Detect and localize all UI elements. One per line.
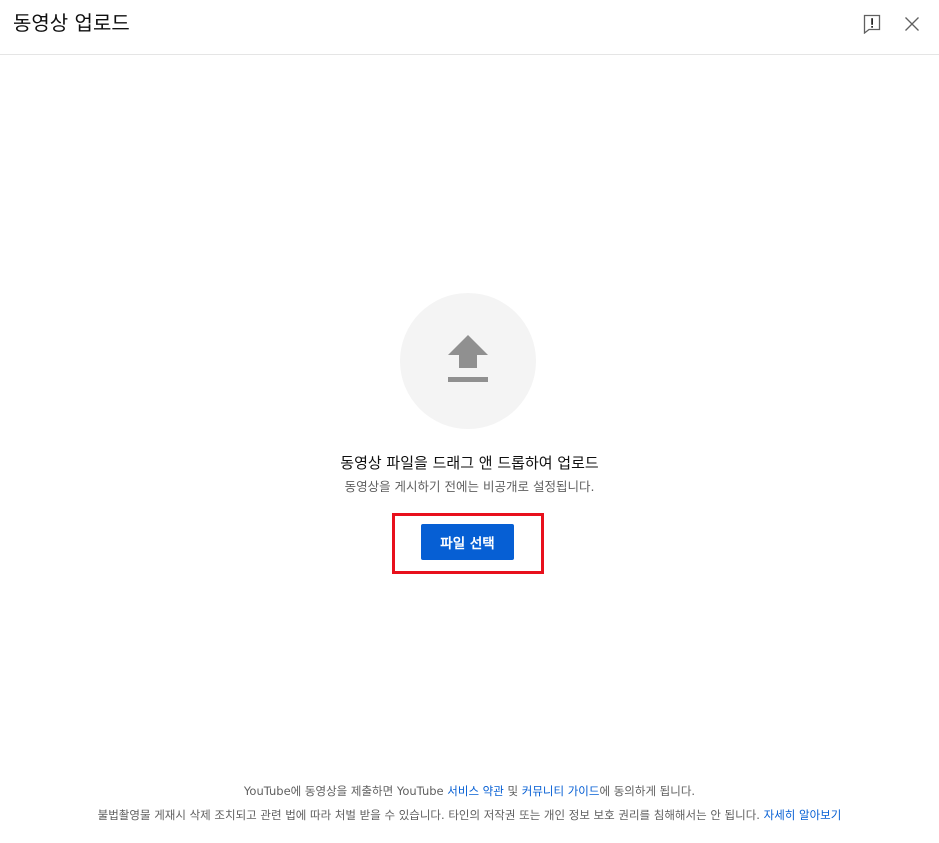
select-files-button[interactable]: 파일 선택 — [421, 524, 514, 560]
close-button[interactable] — [898, 10, 926, 38]
terms-of-service-link[interactable]: 서비스 약관 — [447, 784, 504, 798]
legal-text: 불법촬영물 게재시 삭제 조치되고 관련 법에 따라 처벌 받을 수 있습니다.… — [97, 808, 764, 822]
feedback-button[interactable] — [858, 10, 886, 38]
terms-text-1: YouTube에 동영상을 제출하면 YouTube — [243, 784, 448, 798]
upload-dialog: 동영상 업로드 동영상 파일을 드래그 앤 드롭하여 업로드 동영상을 게시하기… — [0, 0, 939, 843]
terms-text-3: 에 동의하게 됩니다. — [599, 784, 696, 798]
upload-drop-zone[interactable] — [400, 293, 536, 429]
upload-arrow-icon — [448, 335, 488, 382]
close-icon — [905, 17, 919, 31]
dialog-title: 동영상 업로드 — [13, 11, 130, 35]
legal-notice: 불법촬영물 게재시 삭제 조치되고 관련 법에 따라 처벌 받을 수 있습니다.… — [0, 806, 939, 824]
private-notice-text: 동영상을 게시하기 전에는 비공개로 설정됩니다. — [344, 479, 595, 494]
feedback-icon — [863, 14, 881, 34]
dialog-header: 동영상 업로드 — [0, 0, 939, 55]
community-guidelines-link[interactable]: 커뮤니티 가이드 — [522, 784, 600, 798]
terms-text-2: 및 — [503, 784, 522, 798]
learn-more-link[interactable]: 자세히 알아보기 — [764, 808, 842, 822]
drag-drop-text: 동영상 파일을 드래그 앤 드롭하여 업로드 — [340, 454, 599, 472]
terms-notice: YouTube에 동영상을 제출하면 YouTube 서비스 약관 및 커뮤니티… — [0, 782, 939, 800]
